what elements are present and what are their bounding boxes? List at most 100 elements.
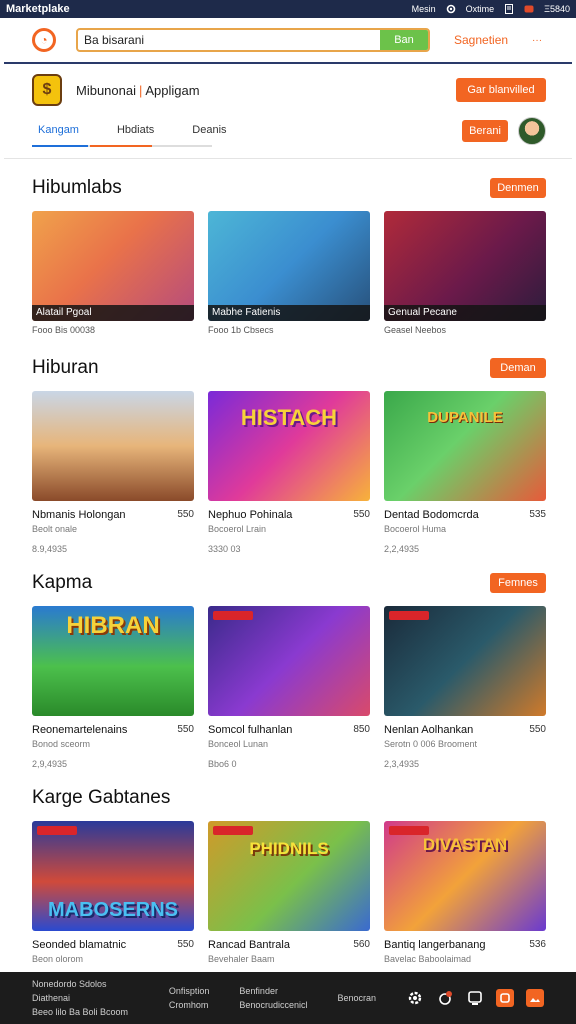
section-header: Karge Gabtanes bbox=[32, 783, 546, 813]
app-name[interactable]: Somcol fulhanlan bbox=[208, 724, 292, 736]
chat-icon[interactable] bbox=[466, 989, 484, 1007]
image-icon[interactable] bbox=[526, 989, 544, 1007]
app-name[interactable]: Nenlan Aolhankan bbox=[384, 724, 473, 736]
app-name[interactable]: Dentad Bodomcrda bbox=[384, 509, 479, 521]
app-thumbnail[interactable] bbox=[32, 391, 194, 501]
section-4: Karge Gabtanes MABOSERNS Seonded blamatn… bbox=[32, 783, 546, 964]
app-card[interactable]: Nenlan Aolhankan 550 Serotn 0 006 Broomen… bbox=[384, 606, 546, 769]
app-card[interactable]: DIVASTAN Bantiq langerbanang 536 Bavelac … bbox=[384, 821, 546, 964]
app-header: $ Mibunonai | Appligam Gar blanvilled bbox=[32, 70, 546, 110]
app-card[interactable]: MABOSERNS Seonded blamatnic 550 Beon olor… bbox=[32, 821, 194, 964]
tabs-action-button[interactable]: Berani bbox=[462, 120, 508, 142]
thumbnail-badge bbox=[37, 826, 77, 835]
section-3: Kapma Femnes HIBRAN Reonemartelenains 550… bbox=[32, 568, 546, 769]
settings-icon[interactable] bbox=[446, 4, 456, 14]
header-cta-button[interactable]: Gar blanvilled bbox=[456, 78, 546, 102]
app-developer: Beolt onale bbox=[32, 524, 78, 534]
section-view-all-button[interactable]: Denmen bbox=[490, 178, 546, 198]
card-title-row: Nephuo Pohinala 550 bbox=[208, 509, 370, 521]
footer-link[interactable]: Beeo lilo Ba Boli Bcoom bbox=[32, 1005, 139, 1019]
section-view-all-button[interactable]: Deman bbox=[490, 358, 546, 378]
top-link-2[interactable]: Oxtime bbox=[466, 4, 495, 14]
search-button[interactable]: Ban bbox=[380, 30, 428, 50]
thumbnail-badge bbox=[213, 611, 253, 620]
more-menu-icon[interactable]: ··· bbox=[532, 35, 542, 46]
card-title-row: Nenlan Aolhankan 550 bbox=[384, 724, 546, 736]
app-price: 550 bbox=[177, 509, 194, 520]
card-row: HIBRAN Reonemartelenains 550 Bonod sceorm… bbox=[32, 606, 546, 769]
brand-name[interactable]: Marketplake bbox=[6, 3, 70, 15]
app-developer: Bocoerol Lrain bbox=[208, 524, 267, 534]
app-thumbnail[interactable]: Mabhe Fatienis bbox=[208, 211, 370, 321]
app-thumbnail[interactable]: HISTACH bbox=[208, 391, 370, 501]
app-size: 8.9,4935 bbox=[32, 544, 68, 554]
footer-link[interactable]: Cromhom bbox=[169, 998, 210, 1012]
thumbnail-badge bbox=[213, 826, 253, 835]
user-avatar[interactable] bbox=[518, 117, 546, 145]
header-divider bbox=[4, 62, 572, 64]
app-name[interactable]: Seonded blamatnic bbox=[32, 939, 126, 951]
app-price: 536 bbox=[529, 939, 546, 950]
app-thumbnail[interactable]: DUPANILE bbox=[384, 391, 546, 501]
tab-1[interactable]: Kangam bbox=[32, 124, 85, 136]
app-thumbnail[interactable]: Alatail Pgoal bbox=[32, 211, 194, 321]
card-subtitle: Geasel Neebos bbox=[384, 325, 447, 335]
app-name[interactable]: Nbmanis Holongan bbox=[32, 509, 126, 521]
app-price: 850 bbox=[353, 724, 370, 735]
footer-link[interactable]: Benocran bbox=[337, 991, 376, 1005]
top-link-3[interactable]: Ξ5840 bbox=[544, 4, 570, 14]
site-logo-icon[interactable]: ◔ bbox=[32, 28, 56, 52]
section-title: Karge Gabtanes bbox=[32, 787, 171, 808]
app-card[interactable]: PHIDNILS Rancad Bantrala 560 Bevehaler Ba… bbox=[208, 821, 370, 964]
app-thumbnail[interactable]: MABOSERNS bbox=[32, 821, 194, 931]
app-logo-icon: $ bbox=[32, 74, 62, 106]
app-card[interactable]: HIBRAN Reonemartelenains 550 Bonod sceorm… bbox=[32, 606, 194, 769]
section-header: Kapma Femnes bbox=[32, 568, 546, 598]
card-title-row: Bantiq langerbanang 536 bbox=[384, 939, 546, 951]
app-developer: Bonceol Lunan bbox=[208, 739, 269, 749]
search-input[interactable] bbox=[78, 30, 380, 50]
app-price: 535 bbox=[529, 509, 546, 520]
section-title: Kapma bbox=[32, 572, 93, 593]
document-icon[interactable] bbox=[504, 4, 514, 14]
store-icon[interactable] bbox=[496, 989, 514, 1007]
tab-3[interactable]: Deanis bbox=[186, 124, 232, 136]
app-thumbnail[interactable]: PHIDNILS bbox=[208, 821, 370, 931]
app-thumbnail[interactable]: HIBRAN bbox=[32, 606, 194, 716]
thumbnail-art-title: HISTACH bbox=[240, 405, 338, 430]
app-name[interactable]: Rancad Bantrala bbox=[208, 939, 290, 951]
app-name[interactable]: Nephuo Pohinala bbox=[208, 509, 292, 521]
app-thumbnail[interactable]: DIVASTAN bbox=[384, 821, 546, 931]
footer-link[interactable]: Nonedordo Sdolos Diathenai bbox=[32, 977, 139, 1005]
app-card[interactable]: Mabhe Fatienis Fooo 1b Cbsecs bbox=[208, 211, 370, 335]
footer-link[interactable]: Benfinder bbox=[239, 984, 307, 998]
app-card[interactable]: Nbmanis Holongan 550 Beolt onale 8.9,4935 bbox=[32, 391, 194, 554]
app-card[interactable]: DUPANILE Dentad Bodomcrda 535 Bocoerol Hu… bbox=[384, 391, 546, 554]
section-view-all-button[interactable]: Femnes bbox=[490, 573, 546, 593]
app-card[interactable]: Genual Pecane Geasel Neebos bbox=[384, 211, 546, 335]
app-size: Bbo6 0 bbox=[208, 759, 237, 769]
app-card[interactable]: Somcol fulhanlan 850 Bonceol Lunan Bbo6 0 bbox=[208, 606, 370, 769]
app-name[interactable]: Bantiq langerbanang bbox=[384, 939, 486, 951]
card-row: Alatail Pgoal Fooo Bis 00038 Mabhe Fatie… bbox=[32, 211, 546, 335]
footer-link[interactable]: Benocrudiccenicl bbox=[239, 998, 307, 1012]
app-thumbnail[interactable] bbox=[384, 606, 546, 716]
top-link-1[interactable]: Mesin bbox=[412, 4, 436, 14]
thumbnail-art-title: DIVASTAN bbox=[422, 835, 508, 854]
footer-link[interactable]: Onfisption bbox=[169, 984, 210, 998]
app-size: 3330 03 bbox=[208, 544, 241, 554]
app-card[interactable]: HISTACH Nephuo Pohinala 550 Bocoerol Lrai… bbox=[208, 391, 370, 554]
alert-icon[interactable] bbox=[436, 989, 454, 1007]
section-1: Hibumlabs Denmen Alatail Pgoal Fooo Bis … bbox=[32, 173, 546, 335]
suggestion-link[interactable]: Sagnetien bbox=[454, 33, 508, 47]
gear-icon[interactable] bbox=[406, 989, 424, 1007]
tab-2[interactable]: Hbdiats bbox=[111, 124, 160, 136]
app-size: 2,2,4935 bbox=[384, 544, 420, 554]
app-name[interactable]: Reonemartelenains bbox=[32, 724, 127, 736]
app-card[interactable]: Alatail Pgoal Fooo Bis 00038 bbox=[32, 211, 194, 335]
app-thumbnail[interactable]: Genual Pecane bbox=[384, 211, 546, 321]
notification-icon[interactable] bbox=[524, 4, 534, 14]
app-price: 550 bbox=[529, 724, 546, 735]
card-title-row: Somcol fulhanlan 850 bbox=[208, 724, 370, 736]
app-thumbnail[interactable] bbox=[208, 606, 370, 716]
